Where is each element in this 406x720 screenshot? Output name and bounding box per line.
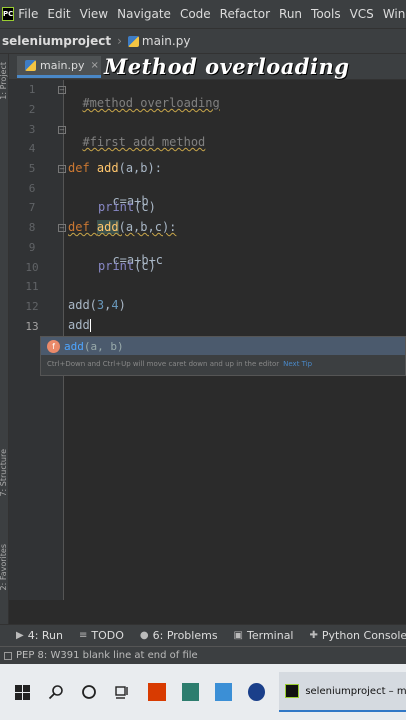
completion-popup: f add (a, b) Ctrl+Down and Ctrl+Up will m… <box>40 336 406 376</box>
code-line-7: print(c) <box>98 200 156 214</box>
line-number: 6 <box>28 182 36 195</box>
text-caret <box>89 319 91 332</box>
tab-label: main.py <box>40 59 85 72</box>
code-line-5: def add(a,b): <box>68 161 162 175</box>
favorites-tool-button[interactable]: 2: Favorites <box>0 544 8 590</box>
menu-tools[interactable]: Tools <box>311 7 341 21</box>
code-line-12: add(3,4) <box>68 298 126 312</box>
line-number: 2 <box>28 103 36 116</box>
task-view-icon[interactable] <box>111 681 132 703</box>
tool-window-bar: ▶ 4: Run ≡ TODO ● 6: Problems ▣ Terminal ✚ Py… <box>0 624 406 646</box>
store-app-icon[interactable] <box>181 683 199 701</box>
completion-item[interactable]: f add (a, b) <box>41 337 405 355</box>
terminal-tool-button[interactable]: ▣ Terminal <box>234 629 294 642</box>
terminal-icon: ▣ <box>233 630 243 641</box>
menu-refactor[interactable]: Refactor <box>220 7 270 21</box>
fold-marker-icon[interactable]: − <box>58 224 66 232</box>
project-tool-button[interactable]: 1: Project <box>0 62 8 100</box>
left-tool-stripe: 1: Project 7: Structure 2: Favorites <box>0 54 9 624</box>
completion-hint: Ctrl+Down and Ctrl+Up will move caret do… <box>47 360 313 368</box>
windows-taskbar: seleniumproject – ma... <box>0 664 406 720</box>
menu-code[interactable]: Code <box>180 7 211 21</box>
line-number: 1 <box>28 83 36 96</box>
cortana-icon[interactable] <box>78 681 99 703</box>
menu-window[interactable]: Window <box>383 7 406 21</box>
python-file-icon <box>127 35 139 47</box>
breadcrumb-project[interactable]: seleniumproject <box>2 34 111 48</box>
pycharm-icon <box>285 684 300 698</box>
menu-navigate[interactable]: Navigate <box>117 7 171 21</box>
close-icon[interactable]: × <box>90 60 98 71</box>
run-tool-button[interactable]: ▶ 4: Run <box>16 629 63 642</box>
breadcrumb-separator-icon: › <box>117 34 122 48</box>
status-toggle-icon[interactable] <box>4 651 12 660</box>
python-file-icon <box>25 60 36 71</box>
list-icon: ≡ <box>79 630 88 641</box>
menu-file[interactable]: File <box>18 7 38 21</box>
search-icon[interactable] <box>45 681 66 703</box>
fold-marker-icon[interactable]: − <box>58 86 66 94</box>
line-number: 3 <box>28 123 36 136</box>
fold-marker-icon[interactable]: − <box>58 126 66 134</box>
breadcrumb-file[interactable]: main.py <box>127 34 191 48</box>
menu-run[interactable]: Run <box>279 7 302 21</box>
line-number: 12 <box>25 300 39 313</box>
fold-marker-icon[interactable]: − <box>58 165 66 173</box>
windows-start-icon[interactable] <box>12 681 33 703</box>
menu-vcs[interactable]: VCS <box>350 7 374 21</box>
line-number: 10 <box>25 261 39 274</box>
mail-app-icon[interactable] <box>214 683 233 701</box>
line-number-current: 13 <box>25 320 39 333</box>
office-app-icon[interactable] <box>148 683 166 701</box>
todo-tool-button[interactable]: ≡ TODO <box>79 629 124 642</box>
pycharm-logo-icon: PC <box>2 7 15 21</box>
taskbar-running-pycharm[interactable]: seleniumproject – ma... <box>279 672 406 712</box>
next-tip-link[interactable]: Next Tip <box>283 360 312 368</box>
info-icon: ● <box>139 630 149 641</box>
line-number: 7 <box>28 201 36 214</box>
menu-edit[interactable]: Edit <box>47 7 70 21</box>
tab-main-py[interactable]: main.py × <box>17 56 101 78</box>
code-line-13: add <box>68 318 91 332</box>
menu-bar: PC File Edit View Navigate Code Refactor… <box>0 0 406 28</box>
breadcrumb-file-label: main.py <box>141 34 191 48</box>
line-number: 4 <box>28 142 36 155</box>
menu-view[interactable]: View <box>80 7 108 21</box>
status-message: PEP 8: W391 blank line at end of file <box>16 650 198 661</box>
code-line-8: def add(a,b,c): <box>68 220 177 234</box>
code-line-10: print(c) <box>98 259 156 273</box>
python-console-tool-button[interactable]: ✚ Python Console <box>310 629 406 642</box>
line-number: 5 <box>28 162 36 175</box>
breadcrumb: seleniumproject › main.py <box>0 28 406 54</box>
code-line-1: #method overloading <box>82 96 220 110</box>
video-overlay-title: Method overloading <box>104 54 350 79</box>
python-console-icon: ✚ <box>309 630 318 641</box>
problems-tool-button[interactable]: ● 6: Problems <box>140 629 218 642</box>
code-line-3: #first add method <box>82 135 206 149</box>
line-number: 9 <box>28 241 36 254</box>
structure-tool-button[interactable]: 7: Structure <box>0 449 8 497</box>
browser-app-icon[interactable] <box>248 683 266 701</box>
function-icon: f <box>47 339 60 353</box>
status-bar: PEP 8: W391 blank line at end of file <box>0 646 406 664</box>
line-number: 11 <box>25 280 39 293</box>
line-number: 8 <box>28 221 36 234</box>
play-icon: ▶ <box>16 630 24 641</box>
